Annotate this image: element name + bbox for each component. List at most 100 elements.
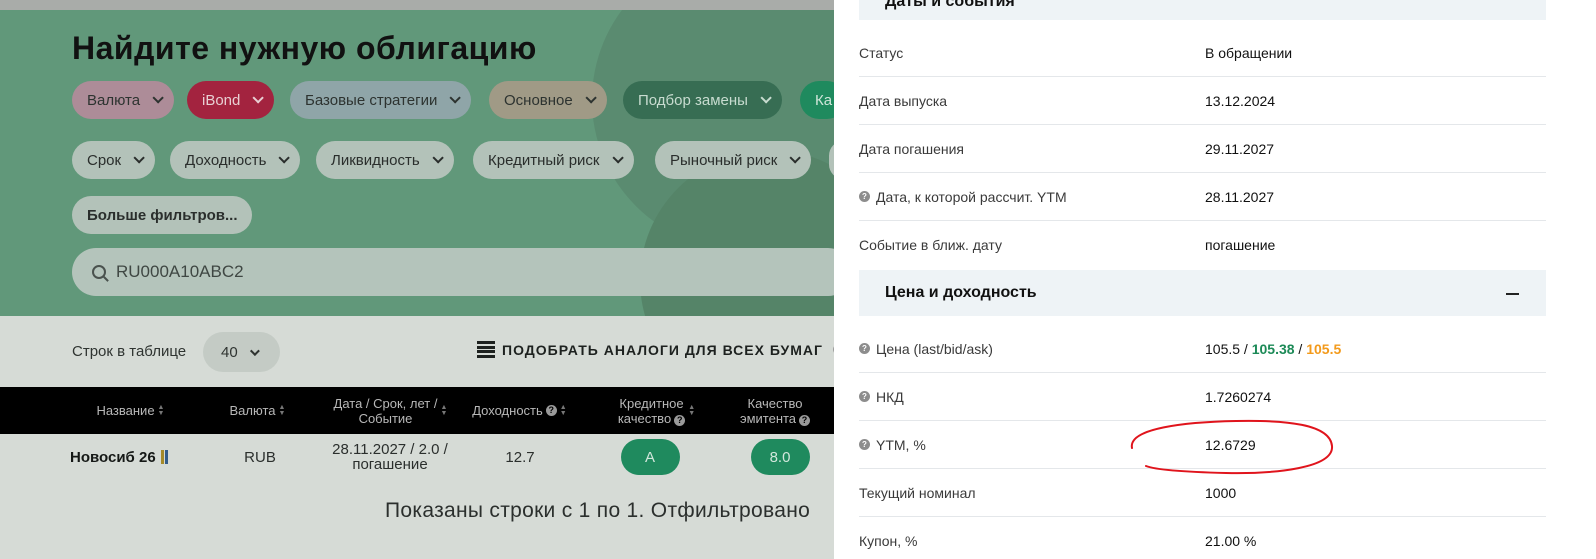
credit-badge: A <box>620 439 680 475</box>
chevron-down-icon <box>252 92 265 104</box>
chevron-down-icon <box>611 152 624 164</box>
detail-label: ? YTM, % <box>859 421 926 468</box>
filter-currency[interactable]: Валюта <box>72 81 175 119</box>
rows-per-page-label: Строк в таблице <box>72 343 187 360</box>
col-credit-header[interactable]: Кредитное качество? ▲ ▼ <box>600 387 712 434</box>
header-line: Дата / Срок, лет / <box>333 395 438 411</box>
header-line: качество <box>617 410 672 426</box>
detail-value: 28.11.2027 <box>1205 188 1275 205</box>
col-yield-header[interactable]: Доходность? ▲ ▼ <box>466 387 572 434</box>
cell-issuer: 8.0 <box>750 434 810 480</box>
price-bid: 105.38 <box>1251 340 1295 357</box>
detail-row: Дата выпуска 13.12.2024 <box>859 77 1546 125</box>
cell-line: погашение <box>352 456 428 473</box>
filter-ibond[interactable]: iBond <box>187 81 275 119</box>
detail-label: ? Дата, к которой рассчит. YTM <box>859 173 1067 220</box>
detail-row-price: ? Цена (last/bid/ask) 105.5 / 105.38 / 10… <box>859 325 1546 373</box>
rows-per-page-value: 40 <box>221 343 238 361</box>
chevron-down-icon <box>249 345 260 356</box>
header-label: Кредитное качество? <box>617 396 686 426</box>
more-filters-button[interactable]: Больше фильтров... <box>72 196 252 234</box>
filter-replacement[interactable]: Подбор замены <box>623 81 782 119</box>
chevron-down-icon <box>133 152 145 164</box>
filter-term[interactable]: Срок <box>72 141 156 179</box>
flag-icon <box>160 450 164 464</box>
filter-label: Валюта <box>87 91 141 109</box>
detail-value: В обращении <box>1205 44 1293 61</box>
detail-row: Статус В обращении <box>859 29 1546 77</box>
col-issuer-header[interactable]: Качество эмитента? <box>730 387 820 434</box>
sort-icon: ▲ ▼ <box>157 403 165 417</box>
chevron-down-icon <box>585 92 597 104</box>
ytm-value: 12.6729 <box>1205 436 1256 453</box>
detail-label: Статус <box>859 44 904 61</box>
info-icon[interactable]: ? <box>859 391 870 402</box>
detail-label: Текущий номинал <box>859 484 976 501</box>
info-icon[interactable]: ? <box>859 191 870 202</box>
info-icon[interactable]: ? <box>859 439 870 450</box>
filter-yield[interactable]: Доходность <box>170 141 301 179</box>
search-input[interactable]: RU000A10ABC2 <box>72 248 834 296</box>
table-row[interactable]: Новосиб 26 RUB 28.11.2027 / 2.0 /погашен… <box>0 434 834 480</box>
detail-row: Купон, % 21.00 % <box>859 517 1546 559</box>
list-icon <box>477 341 495 358</box>
rows-summary: Показаны строки с 1 по 1. Отфильтровано <box>385 499 811 522</box>
more-filters-label: Больше фильтров... <box>87 206 238 224</box>
cell-name[interactable]: Новосиб 26 <box>70 434 180 480</box>
section-price-header[interactable]: Цена и доходность <box>859 270 1546 316</box>
detail-label: Дата погашения <box>859 140 964 157</box>
filter-label: Срок <box>87 151 122 169</box>
filter-market-risk[interactable]: Рыночный риск <box>655 141 812 179</box>
detail-label: ? Цена (last/bid/ask) <box>859 325 993 372</box>
rows-per-page-select[interactable]: 40 <box>203 332 280 372</box>
filter-label: iBond <box>202 91 241 109</box>
bond-detail-panel: Даты и события Статус В обращении Дата вы… <box>834 0 1596 559</box>
filter-main[interactable]: Основное <box>489 81 607 119</box>
section-title: Даты и события <box>885 0 1015 10</box>
find-analogs-button[interactable]: ПОДОБРАТЬ АНАЛОГИ ДЛЯ ВСЕХ БУМАГ ? <box>477 341 834 358</box>
help-icon: ? <box>545 405 557 416</box>
col-name-header[interactable]: Название ▲ ▼ <box>85 387 175 434</box>
header-label: Валюта <box>229 403 276 418</box>
sort-icon: ▲ ▼ <box>440 403 448 417</box>
filter-liquidity[interactable]: Ликвидность <box>316 141 454 179</box>
bond-name[interactable]: Новосиб 26 <box>70 450 156 465</box>
filter-credit-risk[interactable]: Кредитный риск <box>473 141 634 179</box>
chevron-down-icon <box>789 152 802 164</box>
detail-row: Событие в ближ. дату погашение <box>859 221 1546 269</box>
detail-value: погашение <box>1205 236 1276 253</box>
detail-label: Купон, % <box>859 532 918 549</box>
header-line: Событие <box>358 410 413 426</box>
collapse-icon[interactable] <box>1506 293 1519 295</box>
cell-currency: RUB <box>244 448 276 466</box>
chevron-down-icon <box>760 92 772 104</box>
search-icon <box>92 265 106 279</box>
detail-label-text: Цена (last/bid/ask) <box>876 340 993 357</box>
chevron-down-icon <box>152 92 164 104</box>
price-ask: 105.5 <box>1306 340 1342 357</box>
find-analogs-label: ПОДОБРАТЬ АНАЛОГИ ДЛЯ ВСЕХ БУМАГ <box>502 341 823 358</box>
chevron-down-icon <box>449 92 462 104</box>
detail-label: ? НКД <box>859 373 904 420</box>
header-label: Дата / Срок, лет / Событие <box>334 396 438 426</box>
filter-label: Ликвидность <box>331 151 420 169</box>
section-dates-header[interactable]: Даты и события <box>859 0 1546 20</box>
flag-icon <box>164 450 168 464</box>
price-last: 105.5 <box>1205 340 1241 357</box>
col-currency-header[interactable]: Валюта ▲ ▼ <box>222 387 292 434</box>
search-value: RU000A10ABC2 <box>116 262 244 281</box>
info-icon[interactable]: ? <box>859 343 870 354</box>
header-label: Название <box>96 403 155 418</box>
sort-icon: ▲ ▼ <box>688 403 696 417</box>
col-date-header[interactable]: Дата / Срок, лет / Событие ▲ ▼ <box>325 387 455 434</box>
filter-label: Базовые стратегии <box>305 91 438 109</box>
filter-label: Основное <box>504 91 573 109</box>
cell-date: 28.11.2027 / 2.0 /погашение <box>325 434 455 480</box>
detail-value: 29.11.2027 <box>1205 140 1275 157</box>
filter-base-strategies[interactable]: Базовые стратегии <box>290 81 472 119</box>
issuer-badge: 8.0 <box>750 439 810 475</box>
filter-cut[interactable]: Ка <box>800 81 834 119</box>
help-icon: ? <box>674 414 686 426</box>
price-sep: / <box>1240 340 1252 357</box>
sort-icon: ▲ ▼ <box>278 403 286 417</box>
